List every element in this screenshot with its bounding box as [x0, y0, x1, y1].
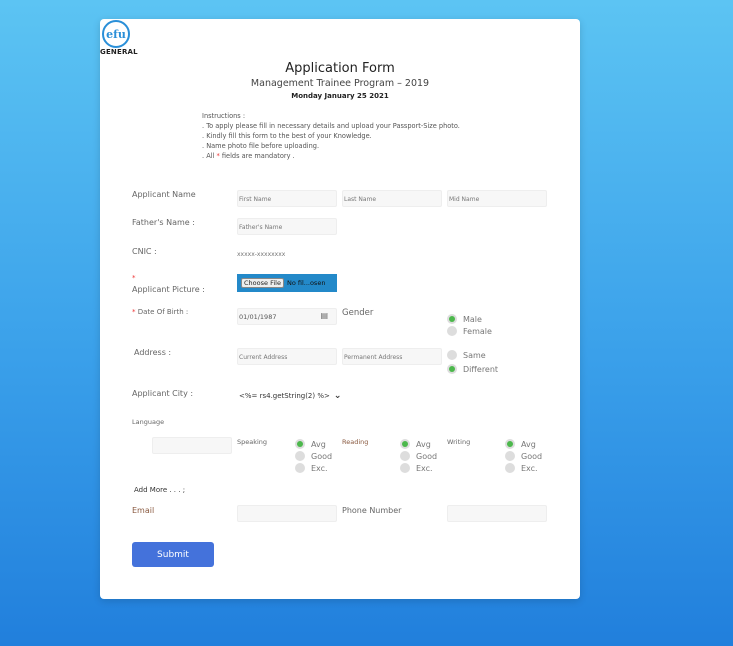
gender-female-radio[interactable]: Female: [447, 325, 492, 337]
phone-input[interactable]: [447, 505, 547, 522]
speaking-label: Speaking: [237, 438, 268, 446]
radio-label: Exc.: [311, 463, 328, 473]
father-name-input[interactable]: Father's Name: [237, 218, 337, 235]
radio-label: Avg: [416, 439, 431, 449]
file-status: No fil...osen: [286, 279, 326, 287]
first-name-input[interactable]: First Name: [237, 190, 337, 207]
text: . All: [202, 152, 217, 160]
applicant-name-label: Applicant Name: [132, 190, 196, 199]
address-different-radio[interactable]: Different: [447, 363, 498, 375]
efu-logo: efu GENERAL: [100, 19, 138, 56]
dob-label: * Date Of Birth :: [132, 308, 188, 316]
picture-label: Applicant Picture :: [132, 285, 205, 294]
required-star: *: [132, 308, 136, 316]
language-label: Language: [132, 418, 165, 426]
email-input[interactable]: [237, 505, 337, 522]
radio-label: Good: [416, 451, 438, 461]
reading-exc-radio[interactable]: Exc.: [400, 462, 433, 474]
writing-label: Writing: [447, 438, 471, 446]
instruction-line: . All * fields are mandatory .: [202, 151, 460, 161]
radio-label: Same: [463, 350, 486, 360]
city-label: Applicant City :: [132, 389, 194, 398]
instructions-heading: Instructions :: [202, 112, 246, 120]
radio-icon: [400, 463, 410, 473]
radio-icon: [295, 463, 305, 473]
father-name-label: Father's Name :: [132, 218, 195, 227]
instructions: Instructions : . To apply please fill in…: [202, 111, 460, 161]
phone-label: Phone Number: [342, 506, 402, 515]
submit-button[interactable]: Submit: [132, 542, 214, 567]
reading-label: Reading: [342, 438, 369, 446]
cnic-input[interactable]: xxxxx-xxxxxxxx: [237, 251, 285, 258]
instruction-line: . To apply please fill in necessary deta…: [202, 122, 460, 130]
radio-label: Good: [311, 451, 333, 461]
add-more-link[interactable]: Add More . . . ;: [134, 486, 185, 494]
radio-icon: [447, 364, 457, 374]
logo-mark: efu: [102, 20, 130, 48]
radio-label: Avg: [521, 439, 536, 449]
application-card: efu GENERAL Application Form Management …: [100, 19, 580, 599]
radio-label: Different: [463, 364, 499, 374]
dob-value: 01/01/1987: [239, 313, 277, 321]
radio-label: Exc.: [521, 463, 538, 473]
speaking-avg-radio[interactable]: Avg: [295, 438, 326, 450]
mid-name-input[interactable]: Mid Name: [447, 190, 547, 207]
dob-label-text: Date Of Birth :: [137, 308, 189, 316]
address-label: Address :: [134, 348, 172, 357]
radio-label: Good: [521, 451, 543, 461]
reading-avg-radio[interactable]: Avg: [400, 438, 431, 450]
speaking-good-radio[interactable]: Good: [295, 450, 332, 462]
radio-icon: [505, 439, 515, 449]
address-same-radio[interactable]: Same: [447, 349, 486, 361]
gender-label: Gender: [342, 308, 374, 318]
radio-icon: [447, 350, 457, 360]
radio-icon: [447, 314, 457, 324]
reading-good-radio[interactable]: Good: [400, 450, 437, 462]
instruction-line: . Name photo file before uploading.: [202, 142, 320, 150]
radio-label: Exc.: [416, 463, 433, 473]
radio-icon: [295, 451, 305, 461]
radio-label: Female: [463, 326, 492, 336]
chevron-down-icon: ⌄: [333, 391, 342, 401]
instruction-line: . Kindly fill this form to the best of y…: [202, 132, 372, 140]
text: fields are mandatory .: [219, 152, 295, 160]
writing-exc-radio[interactable]: Exc.: [505, 462, 538, 474]
last-name-input[interactable]: Last Name: [342, 190, 442, 207]
speaking-exc-radio[interactable]: Exc.: [295, 462, 328, 474]
radio-icon: [400, 451, 410, 461]
email-label: Email: [132, 506, 155, 515]
radio-icon: [505, 451, 515, 461]
cnic-label: CNIC :: [132, 247, 157, 256]
file-upload[interactable]: Choose File No fil...osen: [237, 274, 337, 292]
required-star: *: [132, 274, 136, 282]
writing-good-radio[interactable]: Good: [505, 450, 542, 462]
dob-input[interactable]: 01/01/1987 ▤: [237, 308, 337, 325]
page-subtitle: Management Trainee Program – 2019: [250, 78, 430, 89]
permanent-address-input[interactable]: Permanent Address: [342, 348, 442, 365]
radio-icon: [295, 439, 305, 449]
writing-avg-radio[interactable]: Avg: [505, 438, 536, 450]
radio-icon: [400, 439, 410, 449]
choose-file-button[interactable]: Choose File: [241, 278, 284, 288]
calendar-icon[interactable]: ▤: [320, 312, 328, 320]
page-date: Monday January 25 2021: [291, 92, 389, 100]
language-input[interactable]: [152, 437, 232, 454]
page-title: Application Form: [285, 61, 395, 76]
logo-text: GENERAL: [100, 48, 138, 56]
radio-label: Male: [463, 314, 482, 324]
radio-icon: [447, 326, 457, 336]
gender-male-radio[interactable]: Male: [447, 313, 482, 325]
radio-label: Avg: [311, 439, 326, 449]
city-select[interactable]: <%= rs4.getString(2) %> ⌄: [239, 391, 341, 401]
radio-icon: [505, 463, 515, 473]
city-value: <%= rs4.getString(2) %>: [239, 392, 330, 400]
current-address-input[interactable]: Current Address: [237, 348, 337, 365]
